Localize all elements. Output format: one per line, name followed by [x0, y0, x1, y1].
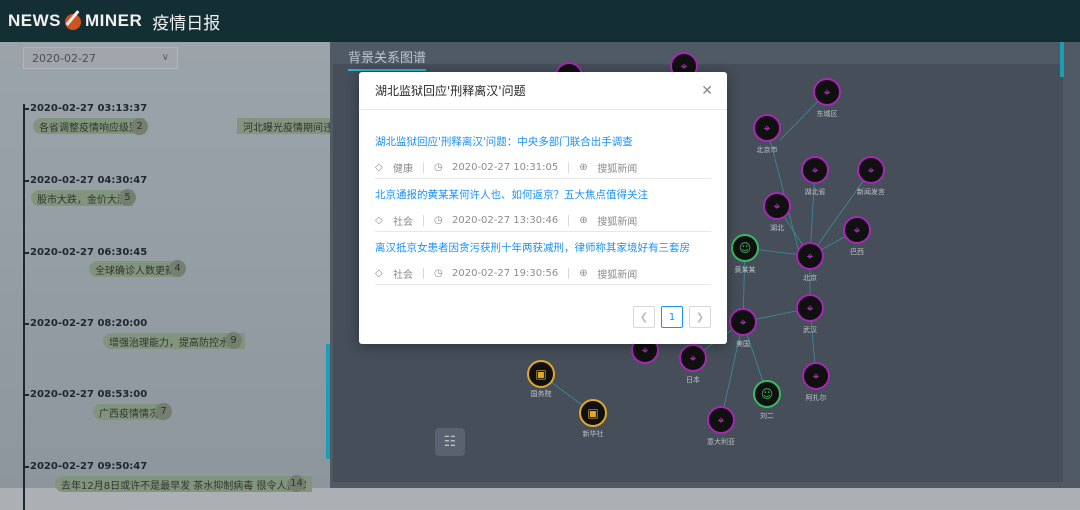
news-list-item: 北京通报的黄某某何许人也、如何返京？五大焦点值得关注 ◇ 社会 ◷ 2020-0… [375, 179, 711, 232]
news-source: 搜狐新闻 [597, 270, 638, 281]
chevron-right-icon: ❯ [695, 311, 705, 323]
news-datetime: 2020-02-27 10:31:05 [452, 162, 559, 173]
news-category: 社会 [393, 270, 413, 281]
news-title-link[interactable]: 北京通报的黄某某何许人也、如何返京？五大焦点值得关注 [375, 187, 648, 202]
tag-icon: ◇ [375, 215, 383, 226]
news-meta: ◇ 社会 ◷ 2020-02-27 19:30:56 ⊕ 搜狐新闻 [375, 266, 637, 281]
news-list-item: 离汉抵京女患者因贪污获刑十年两获减刑，律师称其家境好有三套房 ◇ 社会 ◷ 20… [375, 232, 711, 285]
pagination: ❮ 1 ❯ [633, 306, 711, 328]
news-meta: ◇ 社会 ◷ 2020-02-27 13:30:46 ⊕ 搜狐新闻 [375, 213, 637, 228]
page-1-button[interactable]: 1 [661, 306, 683, 328]
news-list-modal: 湖北监狱回应'刑释离汉'问题 ✕ 湖北监狱回应'刑释离汉'问题：中央多部门联合出… [359, 72, 727, 344]
clock-icon: ◷ [434, 268, 443, 279]
next-page-button[interactable]: ❯ [689, 306, 711, 328]
news-meta: ◇ 健康 ◷ 2020-02-27 10:31:05 ⊕ 搜狐新闻 [375, 160, 637, 175]
news-source: 搜狐新闻 [597, 217, 638, 228]
prev-page-button[interactable]: ❮ [633, 306, 655, 328]
news-category: 社会 [393, 217, 413, 228]
modal-header: 湖北监狱回应'刑释离汉'问题 ✕ [359, 72, 727, 110]
news-datetime: 2020-02-27 13:30:46 [452, 215, 559, 226]
globe-icon: ⊕ [579, 215, 588, 226]
tag-icon: ◇ [375, 268, 383, 279]
clock-icon: ◷ [434, 215, 443, 226]
news-datetime: 2020-02-27 19:30:56 [452, 268, 559, 279]
clock-icon: ◷ [434, 162, 443, 173]
news-title-link[interactable]: 离汉抵京女患者因贪污获刑十年两获减刑，律师称其家境好有三套房 [375, 240, 690, 255]
tag-icon: ◇ [375, 162, 383, 173]
news-category: 健康 [393, 164, 413, 175]
modal-title: 湖北监狱回应'刑释离汉'问题 [375, 84, 526, 98]
news-source: 搜狐新闻 [597, 164, 638, 175]
news-title-link[interactable]: 湖北监狱回应'刑释离汉'问题：中央多部门联合出手调查 [375, 134, 633, 149]
chevron-left-icon: ❮ [639, 311, 649, 323]
close-icon[interactable]: ✕ [701, 83, 713, 99]
globe-icon: ⊕ [579, 268, 588, 279]
globe-icon: ⊕ [579, 162, 588, 173]
news-list-item: 湖北监狱回应'刑释离汉'问题：中央多部门联合出手调查 ◇ 健康 ◷ 2020-0… [375, 126, 711, 179]
